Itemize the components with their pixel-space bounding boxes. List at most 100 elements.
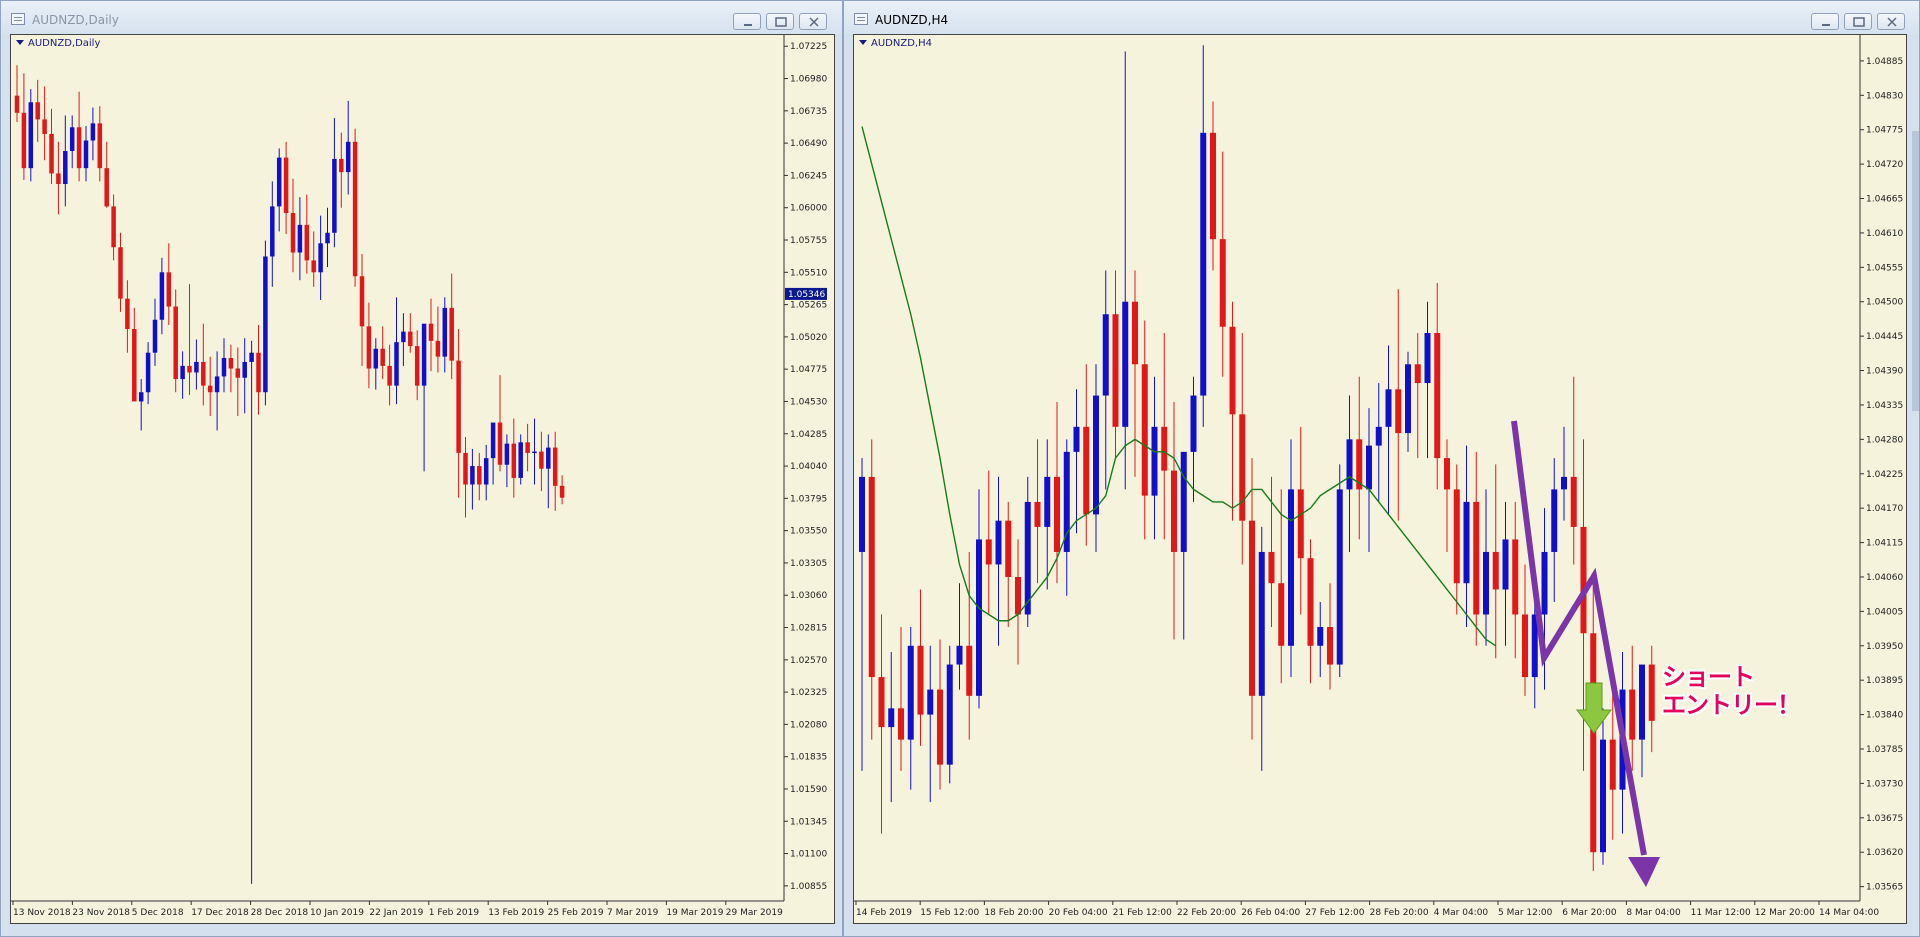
bear-candle xyxy=(207,385,213,393)
minimize-button[interactable] xyxy=(733,13,761,30)
h4-chart-label-text: AUDNZD,H4 xyxy=(871,38,932,49)
bear-candle xyxy=(118,247,123,299)
bear-candle xyxy=(408,331,413,347)
bull-candle xyxy=(138,392,144,402)
daily-chart-label[interactable]: AUDNZD,Daily xyxy=(16,38,100,49)
bull-candle xyxy=(1600,739,1606,853)
y-tick-label: 1.04665 xyxy=(1866,195,1903,205)
bull-candle xyxy=(1151,426,1158,496)
x-tick-label: 22 Jan 2019 xyxy=(369,908,423,918)
bull-candle xyxy=(490,422,496,459)
vertical-scrollbar[interactable] xyxy=(1912,131,1919,411)
bear-candle xyxy=(428,323,434,341)
y-tick-label: 1.02325 xyxy=(790,688,827,698)
bear-candle xyxy=(1522,614,1528,678)
bear-candle xyxy=(104,168,109,207)
bear-candle xyxy=(449,307,454,361)
daily-chart-area[interactable]: 1.07225 1.06980 1.06735 1.06490 1.06245 1.060… xyxy=(10,34,835,924)
x-tick-label: 1 Feb 2019 xyxy=(429,908,480,918)
x-tick-label: 11 Mar 12:00 xyxy=(1691,908,1751,918)
y-tick-label: 1.04390 xyxy=(1866,367,1903,377)
bull-candle xyxy=(159,272,165,320)
bear-candle xyxy=(256,352,261,393)
bear-candle xyxy=(42,119,47,134)
x-tick-label: 21 Feb 12:00 xyxy=(1113,908,1172,918)
bear-candle xyxy=(1492,551,1499,590)
bear-candle xyxy=(14,95,20,113)
h4-chart-area[interactable]: 1.04885 1.04830 1.04775 1.04720 1.04665 1.046… xyxy=(853,34,1907,924)
y-tick-label: 1.06980 xyxy=(790,75,827,85)
bull-candle xyxy=(976,539,982,696)
minimize-button[interactable] xyxy=(1811,13,1839,30)
x-tick-label: 13 Nov 2018 xyxy=(13,908,71,918)
bull-candle xyxy=(1483,551,1489,615)
bull-candle xyxy=(1288,489,1294,646)
y-tick-label: 1.04445 xyxy=(1866,332,1903,342)
h4-window-titlebar[interactable]: AUDNZD,H4 xyxy=(844,1,1919,34)
bear-candle xyxy=(132,328,137,402)
bear-candle xyxy=(917,645,924,715)
y-tick-label: 1.02570 xyxy=(790,656,827,666)
close-button[interactable] xyxy=(1877,13,1905,30)
bull-candle xyxy=(214,376,220,393)
bear-candle xyxy=(1590,633,1597,853)
y-tick-label: 1.03675 xyxy=(1866,814,1903,824)
y-tick-label: 1.02815 xyxy=(790,624,827,634)
bear-candle xyxy=(125,298,130,329)
bull-candle xyxy=(332,158,337,233)
h4-chart-window[interactable]: AUDNZD,H4 1.04885 1.04830 1.04775 1.04720 1.… xyxy=(843,0,1920,937)
bull-candle xyxy=(1122,301,1129,427)
bull-candle xyxy=(401,331,406,343)
bull-candle xyxy=(297,224,303,253)
daily-window-titlebar[interactable]: AUDNZD,Daily xyxy=(1,1,842,34)
minimize-icon xyxy=(1822,24,1830,26)
close-button[interactable] xyxy=(799,13,827,30)
bull-candle xyxy=(194,361,199,373)
bear-candle xyxy=(49,133,54,174)
close-icon xyxy=(809,17,819,27)
h4-chart-svg[interactable]: 1.04885 1.04830 1.04775 1.04720 1.04665 1.046… xyxy=(854,35,1908,925)
bear-candle xyxy=(1054,476,1060,552)
y-tick-label: 1.04060 xyxy=(1866,573,1903,583)
bull-candle xyxy=(1190,395,1197,452)
bull-candle xyxy=(1405,364,1411,434)
bear-candle xyxy=(1132,301,1138,365)
bull-candle xyxy=(1639,664,1645,740)
bull-candle xyxy=(63,151,68,184)
maximize-button[interactable] xyxy=(1844,13,1872,30)
bear-candle xyxy=(21,112,27,169)
y-tick-label: 1.04285 xyxy=(790,430,827,440)
moving-average-line xyxy=(861,126,1497,647)
y-tick-label: 1.04775 xyxy=(790,365,827,375)
bear-candle xyxy=(1141,364,1148,496)
maximize-button[interactable] xyxy=(766,13,794,30)
x-tick-label: 28 Feb 20:00 xyxy=(1370,908,1429,918)
bear-candle xyxy=(1570,476,1577,527)
bull-candle xyxy=(373,348,379,369)
bull-candle xyxy=(907,645,914,740)
bull-candle xyxy=(1561,476,1567,490)
bear-candle xyxy=(511,443,517,478)
daily-chart-svg[interactable]: 1.07225 1.06980 1.06735 1.06490 1.06245 1.060… xyxy=(11,35,836,925)
chart-window-icon xyxy=(854,13,868,25)
bear-candle xyxy=(380,348,385,366)
bear-candle xyxy=(966,645,973,696)
daily-chart-window[interactable]: AUDNZD,Daily 1.07225 1.06980 1.06735 1.0649… xyxy=(0,0,843,937)
bear-candle xyxy=(166,272,172,307)
bull-candle xyxy=(888,708,895,728)
zigzag-arrowhead-icon xyxy=(1628,857,1660,887)
bear-candle xyxy=(898,708,904,740)
bear-candle xyxy=(1268,551,1275,584)
bear-candle xyxy=(456,360,461,453)
y-tick-label: 1.03565 xyxy=(1866,883,1903,893)
x-tick-label: 28 Dec 2018 xyxy=(251,908,309,918)
bull-candle xyxy=(263,256,268,393)
bear-candle xyxy=(1015,576,1021,615)
bear-candle xyxy=(435,340,441,357)
y-tick-label: 1.03795 xyxy=(790,494,827,504)
bear-candle xyxy=(1239,414,1246,521)
h4-chart-label[interactable]: AUDNZD,H4 xyxy=(859,38,932,49)
bull-candle xyxy=(152,319,158,353)
bull-candle xyxy=(1375,426,1382,446)
bear-candle xyxy=(1444,458,1450,490)
